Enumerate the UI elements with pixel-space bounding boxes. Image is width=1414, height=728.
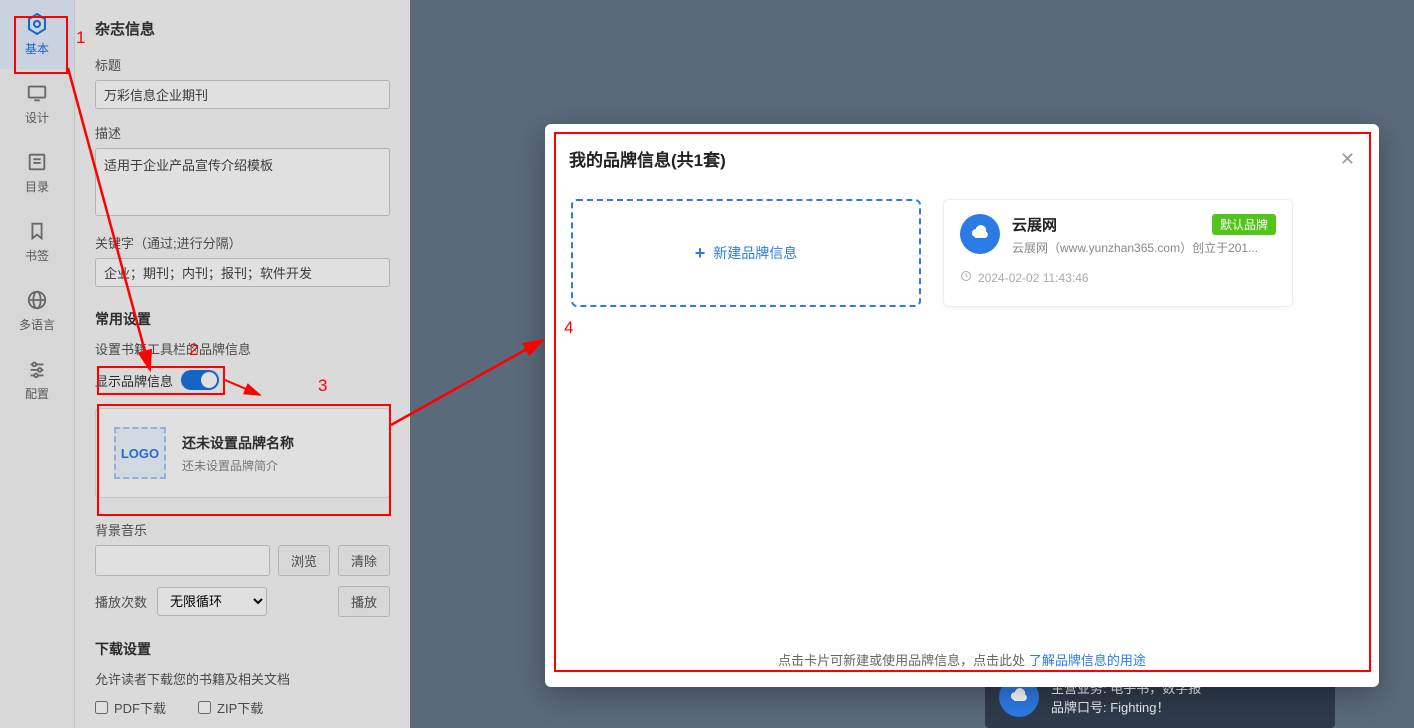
nav-config[interactable]: 配置 xyxy=(0,345,74,414)
pdf-download[interactable]: PDF下载 xyxy=(95,698,166,717)
zip-label: ZIP下载 xyxy=(217,698,263,717)
brand-modal: 我的品牌信息(共1套) ✕ + 新建品牌信息 云展网 默认品牌 xyxy=(545,124,1379,687)
settings-panel: 杂志信息 标题 描述 适用于企业产品宣传介绍模板 关键字（通过;进行分隔） 常用… xyxy=(75,0,410,728)
modal-title: 我的品牌信息(共1套) xyxy=(569,146,726,171)
download-section: 下载设置 xyxy=(95,639,390,659)
brand-help: 设置书籍工具栏的品牌信息 xyxy=(95,339,390,358)
nav-label: 基本 xyxy=(25,40,49,57)
brand-desc: 云展网（www.yunzhan365.com）创立于201... xyxy=(1012,239,1276,256)
panel-title: 杂志信息 xyxy=(95,18,390,39)
pdf-label: PDF下载 xyxy=(114,698,166,717)
clear-button[interactable]: 清除 xyxy=(338,545,390,576)
brand-card-title: 还未设置品牌名称 xyxy=(182,433,294,453)
bgm-label: 背景音乐 xyxy=(95,520,390,539)
show-brand-toggle[interactable] xyxy=(181,370,219,390)
nav-bookmark[interactable]: 书签 xyxy=(0,207,74,276)
desc-label: 描述 xyxy=(95,123,390,142)
cloud-icon xyxy=(960,214,1000,254)
nav-label: 书签 xyxy=(25,247,49,264)
keywords-label: 关键字（通过;进行分隔） xyxy=(95,233,390,252)
bgm-input[interactable] xyxy=(95,545,270,576)
nav-lang[interactable]: 多语言 xyxy=(0,276,74,345)
brand-name: 云展网 xyxy=(1012,214,1057,235)
common-section: 常用设置 xyxy=(95,309,390,329)
list-icon xyxy=(25,150,49,174)
nav-design[interactable]: 设计 xyxy=(0,69,74,138)
monitor-icon xyxy=(25,81,49,105)
globe-icon xyxy=(25,288,49,312)
card-grid: + 新建品牌信息 云展网 默认品牌 云展网（www.yunzhan365.com… xyxy=(571,199,1353,307)
download-checks: PDF下载 ZIP下载 xyxy=(95,698,390,717)
zip-checkbox[interactable] xyxy=(198,701,211,714)
brand-time-row: 2024-02-02 11:43:46 xyxy=(960,270,1276,285)
keywords-input[interactable] xyxy=(95,258,390,287)
nav-toc[interactable]: 目录 xyxy=(0,138,74,207)
show-brand-label: 显示品牌信息 xyxy=(95,371,173,390)
left-nav: 基本 设计 目录 书签 多语言 配置 xyxy=(0,0,75,728)
brand-card-sub: 还未设置品牌简介 xyxy=(182,457,294,474)
brand-time: 2024-02-02 11:43:46 xyxy=(978,271,1089,285)
modal-body: + 新建品牌信息 云展网 默认品牌 云展网（www.yunzhan365.com… xyxy=(569,189,1355,640)
play-count-label: 播放次数 xyxy=(95,592,147,611)
browse-button[interactable]: 浏览 xyxy=(278,545,330,576)
sliders-icon xyxy=(25,357,49,381)
title-input[interactable] xyxy=(95,80,390,109)
download-sub: 允许读者下载您的书籍及相关文档 xyxy=(95,669,390,688)
modal-header: 我的品牌信息(共1套) ✕ xyxy=(569,146,1355,171)
logo-placeholder: LOGO xyxy=(114,427,166,479)
brand-text: 还未设置品牌名称 还未设置品牌简介 xyxy=(182,433,294,474)
nav-label: 目录 xyxy=(25,178,49,195)
nav-label: 设计 xyxy=(25,109,49,126)
gear-hex-icon xyxy=(25,12,49,36)
zip-download[interactable]: ZIP下载 xyxy=(198,698,263,717)
brand-card-top: 云展网 默认品牌 云展网（www.yunzhan365.com）创立于201..… xyxy=(960,214,1276,256)
bgm-row: 浏览 清除 xyxy=(95,545,390,576)
nav-basic[interactable]: 基本 xyxy=(0,0,74,69)
play-button[interactable]: 播放 xyxy=(338,586,390,617)
show-brand-row: 显示品牌信息 xyxy=(95,366,390,394)
title-label: 标题 xyxy=(95,55,390,74)
brand-config-card[interactable]: LOGO 还未设置品牌名称 还未设置品牌简介 xyxy=(95,408,390,498)
nav-label: 多语言 xyxy=(19,316,55,333)
footer-link[interactable]: 了解品牌信息的用途 xyxy=(1029,653,1146,668)
plus-icon: + xyxy=(695,243,706,264)
add-brand-card[interactable]: + 新建品牌信息 xyxy=(571,199,921,307)
pdf-checkbox[interactable] xyxy=(95,701,108,714)
clock-icon xyxy=(960,270,972,285)
modal-footer: 点击卡片可新建或使用品牌信息，点击此处 了解品牌信息的用途 xyxy=(569,640,1355,669)
default-badge: 默认品牌 xyxy=(1212,214,1276,235)
desc-input[interactable]: 适用于企业产品宣传介绍模板 xyxy=(95,148,390,216)
nav-label: 配置 xyxy=(25,385,49,402)
play-count-select[interactable]: 无限循环 xyxy=(157,587,267,616)
brand-info: 云展网 默认品牌 云展网（www.yunzhan365.com）创立于201..… xyxy=(1012,214,1276,256)
preview-line2: 品牌口号: Fighting！ xyxy=(1051,697,1201,716)
play-row: 播放次数 无限循环 播放 xyxy=(95,586,390,617)
bookmark-icon xyxy=(25,219,49,243)
brand-name-row: 云展网 默认品牌 xyxy=(1012,214,1276,235)
close-icon[interactable]: ✕ xyxy=(1340,150,1355,168)
footer-text: 点击卡片可新建或使用品牌信息，点击此处 xyxy=(778,653,1025,668)
add-label: 新建品牌信息 xyxy=(713,243,797,263)
brand-list-card[interactable]: 云展网 默认品牌 云展网（www.yunzhan365.com）创立于201..… xyxy=(943,199,1293,307)
